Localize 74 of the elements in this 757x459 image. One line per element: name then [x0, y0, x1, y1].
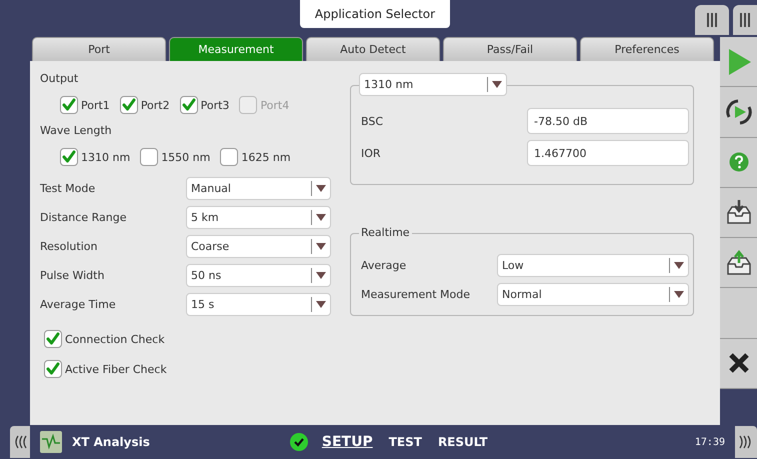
dropdown[interactable]: Manual — [186, 177, 331, 200]
app-icon — [40, 431, 62, 453]
expand-tab[interactable] — [735, 426, 757, 458]
chevrons-right-icon — [739, 435, 753, 449]
caret-icon — [492, 81, 502, 88]
application-selector-tab[interactable]: Application Selector — [300, 0, 450, 28]
caret-icon — [316, 185, 326, 192]
grip-icon[interactable] — [695, 5, 729, 35]
nav-tab[interactable]: TEST — [388, 435, 422, 449]
caret-icon — [316, 272, 326, 279]
sidebar-button[interactable] — [720, 338, 757, 389]
tray-upload-icon — [724, 250, 752, 276]
checkbox[interactable] — [180, 96, 198, 114]
field-label: Test Mode — [40, 182, 96, 195]
dropdown[interactable]: Low — [497, 254, 689, 277]
sidebar-button[interactable] — [720, 188, 757, 238]
checkbox-label: 1310 nm — [81, 150, 130, 164]
checkbox-label: Connection Check — [65, 332, 165, 346]
sidebar-button[interactable] — [720, 238, 757, 288]
checkbox[interactable] — [220, 148, 238, 166]
tab[interactable]: Preferences — [580, 37, 714, 61]
clock-time: 17:39 — [694, 436, 725, 448]
tray-download-icon — [724, 199, 752, 226]
dropdown[interactable]: 15 s — [186, 293, 331, 316]
group-title: Realtime — [359, 226, 412, 239]
caret-icon — [674, 291, 684, 298]
dropdown[interactable]: 50 ns — [186, 264, 331, 287]
caret-icon — [316, 243, 326, 250]
checkbox[interactable] — [140, 148, 158, 166]
checkbox[interactable] — [44, 360, 62, 378]
nav-tab[interactable]: RESULT — [438, 435, 488, 449]
input-field[interactable]: -78.50 dB — [527, 108, 689, 134]
input-field[interactable]: 1.467700 — [527, 140, 689, 166]
field-label: Measurement Mode — [361, 288, 471, 301]
chevrons-left-icon — [13, 435, 27, 449]
tab[interactable]: Port — [32, 37, 166, 61]
field-label: Distance Range — [40, 211, 128, 224]
field-label: BSC — [361, 114, 384, 128]
checkbox-label: 1550 nm — [161, 150, 210, 164]
app-name: XT Analysis — [72, 435, 150, 449]
checkbox[interactable] — [60, 96, 78, 114]
close-icon — [728, 352, 750, 374]
checkbox-label: Port3 — [200, 98, 230, 112]
tab[interactable]: Auto Detect — [306, 37, 440, 61]
checkbox[interactable] — [44, 330, 62, 348]
field-label: Resolution — [40, 240, 98, 253]
tab[interactable]: Pass/Fail — [443, 37, 577, 61]
field-label: Pulse Width — [40, 269, 106, 282]
dropdown[interactable]: 5 km — [186, 206, 331, 229]
caret-icon — [316, 214, 326, 221]
field-label: Average — [361, 259, 408, 272]
collapse-tab[interactable] — [10, 426, 30, 458]
checkbox-label: Port2 — [140, 98, 170, 112]
help-icon — [728, 152, 748, 172]
section-label: Wave Length — [40, 123, 113, 139]
checkbox[interactable] — [60, 148, 78, 166]
dropdown[interactable]: Coarse — [186, 235, 331, 258]
section-label: Output — [40, 71, 80, 87]
checkbox-label: Active Fiber Check — [65, 362, 167, 376]
refresh-icon — [724, 96, 754, 127]
sidebar-button[interactable] — [720, 87, 757, 138]
tab[interactable]: Measurement — [169, 37, 303, 61]
caret-icon — [674, 262, 684, 269]
caret-icon — [316, 301, 326, 308]
checkbox-label: Port4 — [260, 98, 290, 112]
checkbox-label: 1625 nm — [241, 150, 291, 164]
dropdown[interactable]: Normal — [497, 283, 689, 306]
field-label: IOR — [361, 146, 381, 160]
dropdown[interactable]: 1310 nm — [359, 73, 507, 96]
checkbox[interactable] — [120, 96, 138, 114]
nav-tab[interactable]: SETUP — [322, 434, 373, 450]
checkbox-label: Port1 — [81, 98, 110, 112]
grip-icon[interactable] — [733, 5, 757, 35]
field-label: Average Time — [40, 298, 117, 311]
